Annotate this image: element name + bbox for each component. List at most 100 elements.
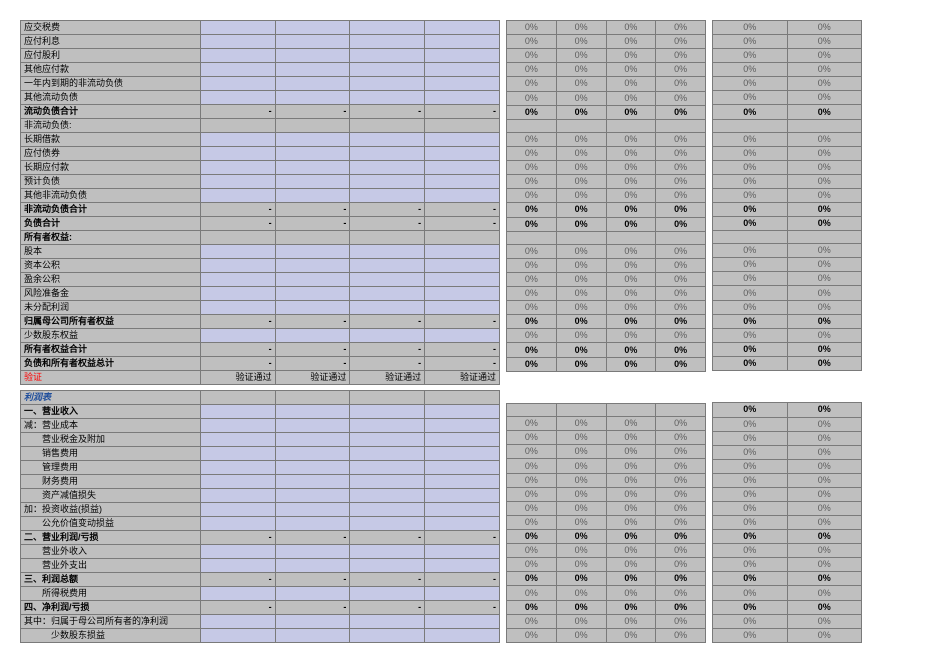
input-cell[interactable] xyxy=(275,517,350,531)
input-cell[interactable] xyxy=(350,49,425,63)
input-cell[interactable] xyxy=(350,615,425,629)
input-cell[interactable] xyxy=(200,273,275,287)
input-cell[interactable] xyxy=(200,35,275,49)
input-cell[interactable] xyxy=(350,161,425,175)
input-cell[interactable] xyxy=(275,489,350,503)
input-cell[interactable] xyxy=(350,629,425,643)
input-cell[interactable] xyxy=(425,35,500,49)
input-cell[interactable] xyxy=(425,461,500,475)
input-cell[interactable] xyxy=(200,433,275,447)
input-cell[interactable] xyxy=(425,21,500,35)
input-cell[interactable] xyxy=(350,259,425,273)
input-cell[interactable] xyxy=(425,629,500,643)
input-cell[interactable] xyxy=(275,559,350,573)
input-cell[interactable] xyxy=(200,189,275,203)
input-cell[interactable] xyxy=(200,21,275,35)
input-cell[interactable] xyxy=(350,447,425,461)
input-cell[interactable] xyxy=(425,517,500,531)
input-cell[interactable] xyxy=(275,405,350,419)
input-cell[interactable] xyxy=(425,259,500,273)
input-cell[interactable] xyxy=(275,147,350,161)
input-cell[interactable] xyxy=(275,545,350,559)
input-cell[interactable] xyxy=(350,77,425,91)
input-cell[interactable] xyxy=(200,503,275,517)
input-cell[interactable] xyxy=(200,259,275,273)
input-cell[interactable] xyxy=(350,489,425,503)
input-cell[interactable] xyxy=(425,475,500,489)
input-cell[interactable] xyxy=(275,587,350,601)
input-cell[interactable] xyxy=(200,329,275,343)
input-cell[interactable] xyxy=(200,77,275,91)
input-cell[interactable] xyxy=(275,273,350,287)
input-cell[interactable] xyxy=(350,245,425,259)
input-cell[interactable] xyxy=(425,559,500,573)
input-cell[interactable] xyxy=(200,545,275,559)
input-cell[interactable] xyxy=(200,461,275,475)
input-cell[interactable] xyxy=(425,147,500,161)
input-cell[interactable] xyxy=(425,489,500,503)
input-cell[interactable] xyxy=(200,489,275,503)
input-cell[interactable] xyxy=(425,287,500,301)
input-cell[interactable] xyxy=(275,259,350,273)
input-cell[interactable] xyxy=(275,21,350,35)
input-cell[interactable] xyxy=(275,447,350,461)
input-cell[interactable] xyxy=(350,433,425,447)
input-cell[interactable] xyxy=(350,329,425,343)
input-cell[interactable] xyxy=(350,189,425,203)
input-cell[interactable] xyxy=(275,419,350,433)
input-cell[interactable] xyxy=(350,559,425,573)
input-cell[interactable] xyxy=(425,161,500,175)
input-cell[interactable] xyxy=(350,587,425,601)
input-cell[interactable] xyxy=(425,545,500,559)
input-cell[interactable] xyxy=(200,559,275,573)
input-cell[interactable] xyxy=(200,629,275,643)
input-cell[interactable] xyxy=(200,161,275,175)
input-cell[interactable] xyxy=(275,91,350,105)
input-cell[interactable] xyxy=(425,63,500,77)
input-cell[interactable] xyxy=(425,615,500,629)
input-cell[interactable] xyxy=(425,77,500,91)
input-cell[interactable] xyxy=(350,545,425,559)
input-cell[interactable] xyxy=(350,475,425,489)
input-cell[interactable] xyxy=(275,329,350,343)
input-cell[interactable] xyxy=(350,301,425,315)
input-cell[interactable] xyxy=(275,503,350,517)
input-cell[interactable] xyxy=(350,503,425,517)
input-cell[interactable] xyxy=(275,63,350,77)
input-cell[interactable] xyxy=(425,273,500,287)
input-cell[interactable] xyxy=(275,77,350,91)
input-cell[interactable] xyxy=(275,461,350,475)
input-cell[interactable] xyxy=(350,517,425,531)
input-cell[interactable] xyxy=(200,587,275,601)
input-cell[interactable] xyxy=(425,301,500,315)
input-cell[interactable] xyxy=(350,35,425,49)
input-cell[interactable] xyxy=(275,301,350,315)
input-cell[interactable] xyxy=(275,49,350,63)
input-cell[interactable] xyxy=(200,615,275,629)
input-cell[interactable] xyxy=(200,517,275,531)
input-cell[interactable] xyxy=(200,175,275,189)
input-cell[interactable] xyxy=(275,433,350,447)
input-cell[interactable] xyxy=(425,587,500,601)
input-cell[interactable] xyxy=(425,91,500,105)
input-cell[interactable] xyxy=(350,63,425,77)
input-cell[interactable] xyxy=(275,475,350,489)
input-cell[interactable] xyxy=(350,419,425,433)
input-cell[interactable] xyxy=(350,175,425,189)
input-cell[interactable] xyxy=(275,629,350,643)
input-cell[interactable] xyxy=(425,49,500,63)
input-cell[interactable] xyxy=(200,419,275,433)
input-cell[interactable] xyxy=(275,615,350,629)
input-cell[interactable] xyxy=(425,405,500,419)
input-cell[interactable] xyxy=(275,189,350,203)
input-cell[interactable] xyxy=(200,475,275,489)
input-cell[interactable] xyxy=(200,147,275,161)
input-cell[interactable] xyxy=(200,405,275,419)
input-cell[interactable] xyxy=(200,133,275,147)
input-cell[interactable] xyxy=(350,405,425,419)
input-cell[interactable] xyxy=(200,91,275,105)
input-cell[interactable] xyxy=(275,287,350,301)
input-cell[interactable] xyxy=(350,287,425,301)
input-cell[interactable] xyxy=(200,63,275,77)
input-cell[interactable] xyxy=(200,301,275,315)
